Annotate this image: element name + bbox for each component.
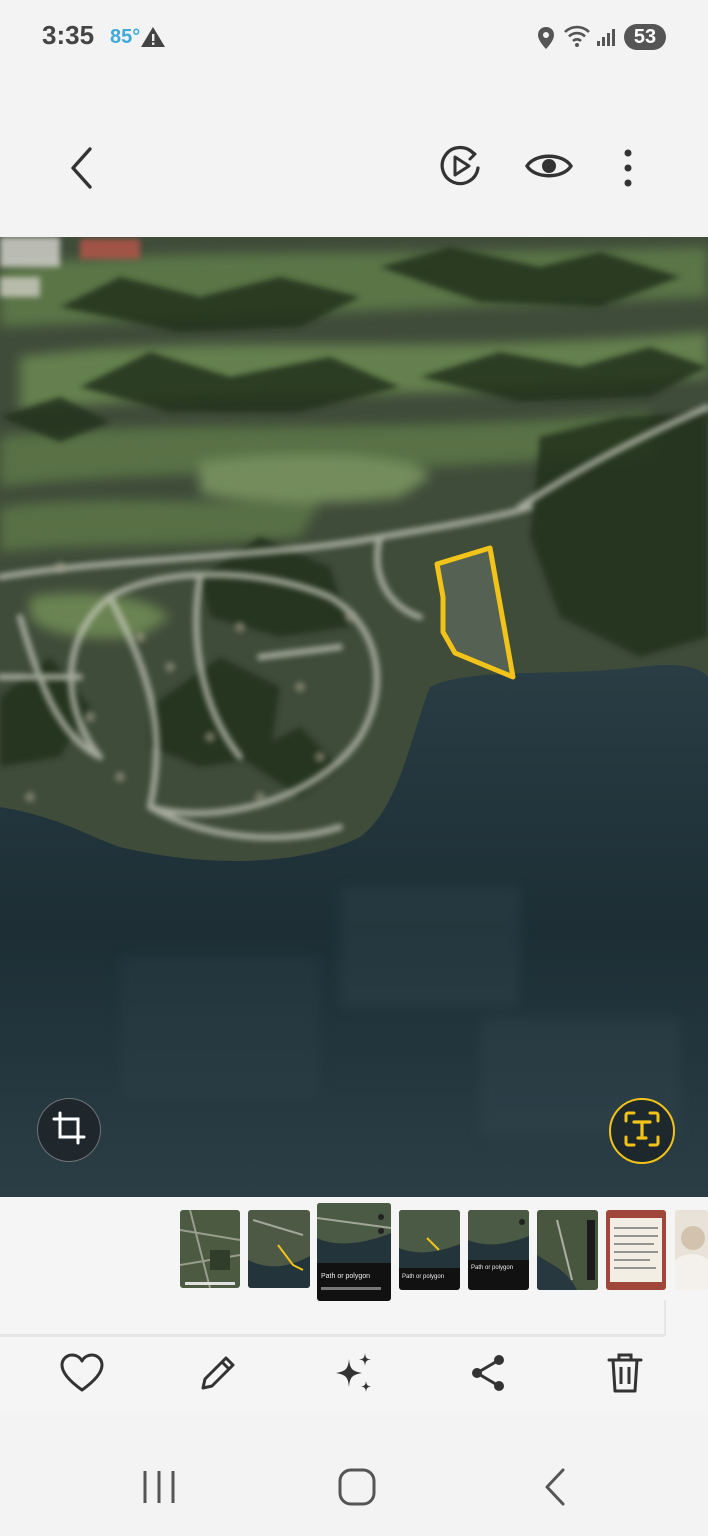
delete-button[interactable]	[597, 1347, 653, 1403]
recent-apps-icon	[141, 1469, 177, 1510]
favorite-icon	[60, 1353, 104, 1398]
location-icon	[537, 26, 555, 55]
thumbnail-caption-line	[321, 1287, 381, 1290]
filmstrip-thumbnail[interactable]: Path or polygon	[399, 1210, 460, 1290]
thumbnail-caption: Path or polygon	[471, 1265, 514, 1271]
filmstrip-thumbnail[interactable]	[537, 1210, 598, 1290]
home-icon	[338, 1468, 376, 1511]
edit-button[interactable]	[190, 1347, 246, 1403]
nav-back-icon	[542, 1467, 568, 1512]
extract-text-button[interactable]	[609, 1098, 675, 1164]
effects-icon	[332, 1351, 376, 1400]
filmstrip-thumbnail[interactable]	[606, 1210, 666, 1290]
thumbnail-caption: Path or polygon	[402, 1274, 445, 1280]
crop-icon	[51, 1110, 87, 1151]
effects-button[interactable]	[326, 1347, 382, 1403]
status-time: 3:35	[42, 20, 95, 50]
photo-action-bar	[0, 1337, 708, 1415]
edit-icon	[198, 1353, 238, 1398]
thumbnail-caption: Path or polygon	[321, 1273, 371, 1280]
status-bar: 3:35 85° 53	[0, 0, 708, 80]
view-icon[interactable]	[522, 140, 576, 192]
home-button[interactable]	[327, 1459, 387, 1519]
wifi-icon	[563, 24, 591, 53]
share-icon	[468, 1353, 508, 1398]
system-nav-bar	[0, 1415, 708, 1536]
filmstrip-thumbnail[interactable]: Path or polygon	[468, 1210, 529, 1290]
photo-top-bar	[0, 80, 708, 237]
more-options-icon[interactable]	[612, 142, 644, 194]
favorite-button[interactable]	[54, 1347, 110, 1403]
filmstrip-thumbnail-selected[interactable]: Path or polygon	[317, 1203, 391, 1301]
delete-icon	[606, 1351, 644, 1400]
filmstrip-thumbnail[interactable]	[180, 1210, 240, 1288]
status-temperature: 85°	[110, 26, 141, 48]
recent-apps-button[interactable]	[129, 1459, 189, 1519]
filmstrip-thumbnail[interactable]	[248, 1210, 310, 1288]
battery-icon: 53	[624, 24, 666, 50]
alert-icon	[140, 26, 166, 53]
crop-button[interactable]	[37, 1098, 101, 1162]
extract-text-icon	[622, 1109, 662, 1154]
nav-back-button[interactable]	[525, 1459, 585, 1519]
signal-icon	[596, 27, 616, 52]
filmstrip-divider-edge	[664, 1300, 666, 1336]
filmstrip-thumbnail[interactable]	[675, 1210, 708, 1290]
share-button[interactable]	[460, 1347, 516, 1403]
back-icon[interactable]	[56, 142, 108, 194]
photo-viewer[interactable]	[0, 237, 708, 1197]
motion-photo-icon[interactable]	[434, 140, 486, 192]
aerial-photo	[0, 237, 708, 1197]
